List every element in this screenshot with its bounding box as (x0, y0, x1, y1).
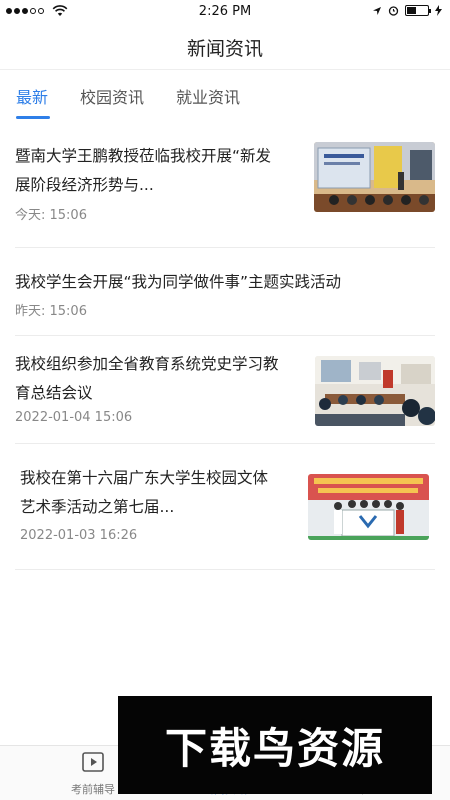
news-title: 暨南大学王鹏教授莅临我校开展“新发 展阶段经济形势与... (15, 147, 272, 194)
watermark-banner: 下载鸟资源 (118, 696, 432, 794)
tab-employment-news[interactable]: 就业资讯 (176, 84, 240, 108)
news-title: 我校组织参加全省教育系统党史学习教 育总结会议 (15, 355, 279, 402)
status-bar: 2:26 PM (0, 0, 450, 24)
watermark-text: 下载鸟资源 (164, 723, 385, 773)
battery-icon (405, 5, 431, 16)
video-play-icon (82, 752, 104, 772)
meeting-room-photo (315, 356, 435, 426)
alarm-clock-icon (388, 6, 399, 16)
category-tabs: 最新 校园资讯 就业资讯 (0, 72, 450, 122)
news-item[interactable]: 我校在第十六届广东大学生校园文体 艺术季活动之第七届... 2022-01-03… (15, 444, 435, 570)
tab-latest[interactable]: 最新 (16, 84, 48, 108)
news-time: 2022-01-04 15:06 (15, 410, 133, 425)
news-time: 昨天: 15:06 (15, 304, 87, 319)
news-item[interactable]: 暨南大学王鹏教授莅临我校开展“新发 展阶段经济形势与... 今天: 15:06 (15, 132, 435, 248)
navigation-bar: 新闻资讯 (0, 24, 450, 70)
news-time: 2022-01-03 16:26 (20, 528, 138, 543)
page-title: 新闻资讯 (186, 38, 263, 60)
news-item[interactable]: 我校组织参加全省教育系统党史学习教 育总结会议 2022-01-04 15:06 (15, 336, 435, 444)
active-tab-indicator (16, 116, 50, 119)
news-time: 今天: 15:06 (15, 208, 87, 223)
news-item[interactable]: 我校学生会开展“我为同学做件事”主题实践活动 昨天: 15:06 (15, 248, 435, 336)
award-ceremony-photo (308, 474, 429, 540)
news-title: 我校学生会开展“我为同学做件事”主题实践活动 (15, 273, 342, 291)
tab-campus-news[interactable]: 校园资讯 (80, 84, 144, 108)
lecture-hall-photo (314, 142, 435, 212)
location-arrow-icon (373, 6, 381, 15)
charging-bolt-icon (435, 5, 442, 16)
news-title: 我校在第十六届广东大学生校园文体 艺术季活动之第七届... (20, 469, 269, 516)
